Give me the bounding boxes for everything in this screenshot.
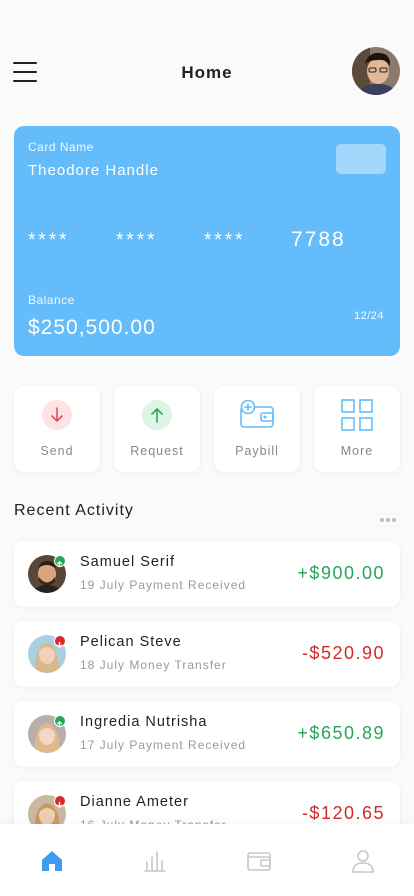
- transaction-name: Pelican Steve: [80, 634, 182, 650]
- transaction-subtitle: 18 July Money Transfer: [80, 658, 227, 672]
- arrow-down-icon: [54, 795, 66, 809]
- balance-value: $250,500.00: [28, 316, 156, 339]
- transaction-amount: -$520.90: [301, 643, 385, 663]
- card-number-last4: 7788: [291, 228, 346, 251]
- more-options-icon[interactable]: [380, 509, 400, 522]
- profile-icon[interactable]: [350, 848, 376, 874]
- app-header: Home: [0, 44, 414, 100]
- transaction-row[interactable]: Pelican Steve 18 July Money Transfer -$5…: [14, 621, 400, 687]
- transaction-amount: -$120.65: [301, 803, 385, 823]
- recent-activity-title: Recent Activity: [14, 502, 134, 519]
- transaction-subtitle: 19 July Payment Received: [80, 578, 247, 592]
- paybill-button[interactable]: Paybill: [214, 386, 300, 472]
- transaction-name: Dianne Ameter: [80, 794, 189, 810]
- card-holder-name: Theodore Handle: [28, 162, 159, 179]
- wallet-plus-icon: [240, 399, 274, 428]
- card-expiry: 12/24: [353, 310, 384, 322]
- home-icon[interactable]: [39, 848, 65, 874]
- transaction-row[interactable]: Ingredia Nutrisha 17 July Payment Receiv…: [14, 701, 400, 767]
- arrow-up-icon: [142, 400, 172, 430]
- transaction-amount: +$650.89: [297, 723, 385, 743]
- arrow-down-icon: [54, 635, 66, 649]
- request-label: Request: [130, 444, 184, 458]
- card-name-label: Card Name: [28, 140, 94, 154]
- send-button[interactable]: Send: [14, 386, 100, 472]
- wallet-icon[interactable]: [246, 848, 272, 874]
- balance-label: Balance: [28, 293, 75, 307]
- request-button[interactable]: Request: [114, 386, 200, 472]
- stats-icon[interactable]: [142, 848, 168, 874]
- bank-card[interactable]: Card Name Theodore Handle **** **** ****…: [14, 126, 400, 356]
- transaction-name: Samuel Serif: [80, 554, 176, 570]
- paybill-label: Paybill: [235, 444, 279, 458]
- card-chip-icon: [336, 144, 386, 174]
- card-number-group: ****: [28, 230, 70, 251]
- transaction-subtitle: 17 July Payment Received: [80, 738, 247, 752]
- arrow-up-icon: [54, 715, 66, 728]
- send-label: Send: [40, 444, 74, 458]
- card-number-group: ****: [116, 230, 158, 251]
- arrow-down-icon: [42, 400, 72, 430]
- transaction-row[interactable]: Samuel Serif 19 July Payment Received +$…: [14, 541, 400, 607]
- user-avatar[interactable]: [352, 47, 400, 95]
- arrow-up-icon: [54, 555, 66, 568]
- transaction-amount: +$900.00: [297, 563, 385, 583]
- transaction-name: Ingredia Nutrisha: [80, 714, 208, 730]
- card-number-group: ****: [204, 230, 246, 251]
- more-label: More: [340, 444, 374, 458]
- grid-icon: [341, 399, 373, 431]
- quick-actions: Send Request Paybill More: [14, 386, 400, 472]
- more-button[interactable]: More: [314, 386, 400, 472]
- bottom-tab-bar: [0, 824, 414, 896]
